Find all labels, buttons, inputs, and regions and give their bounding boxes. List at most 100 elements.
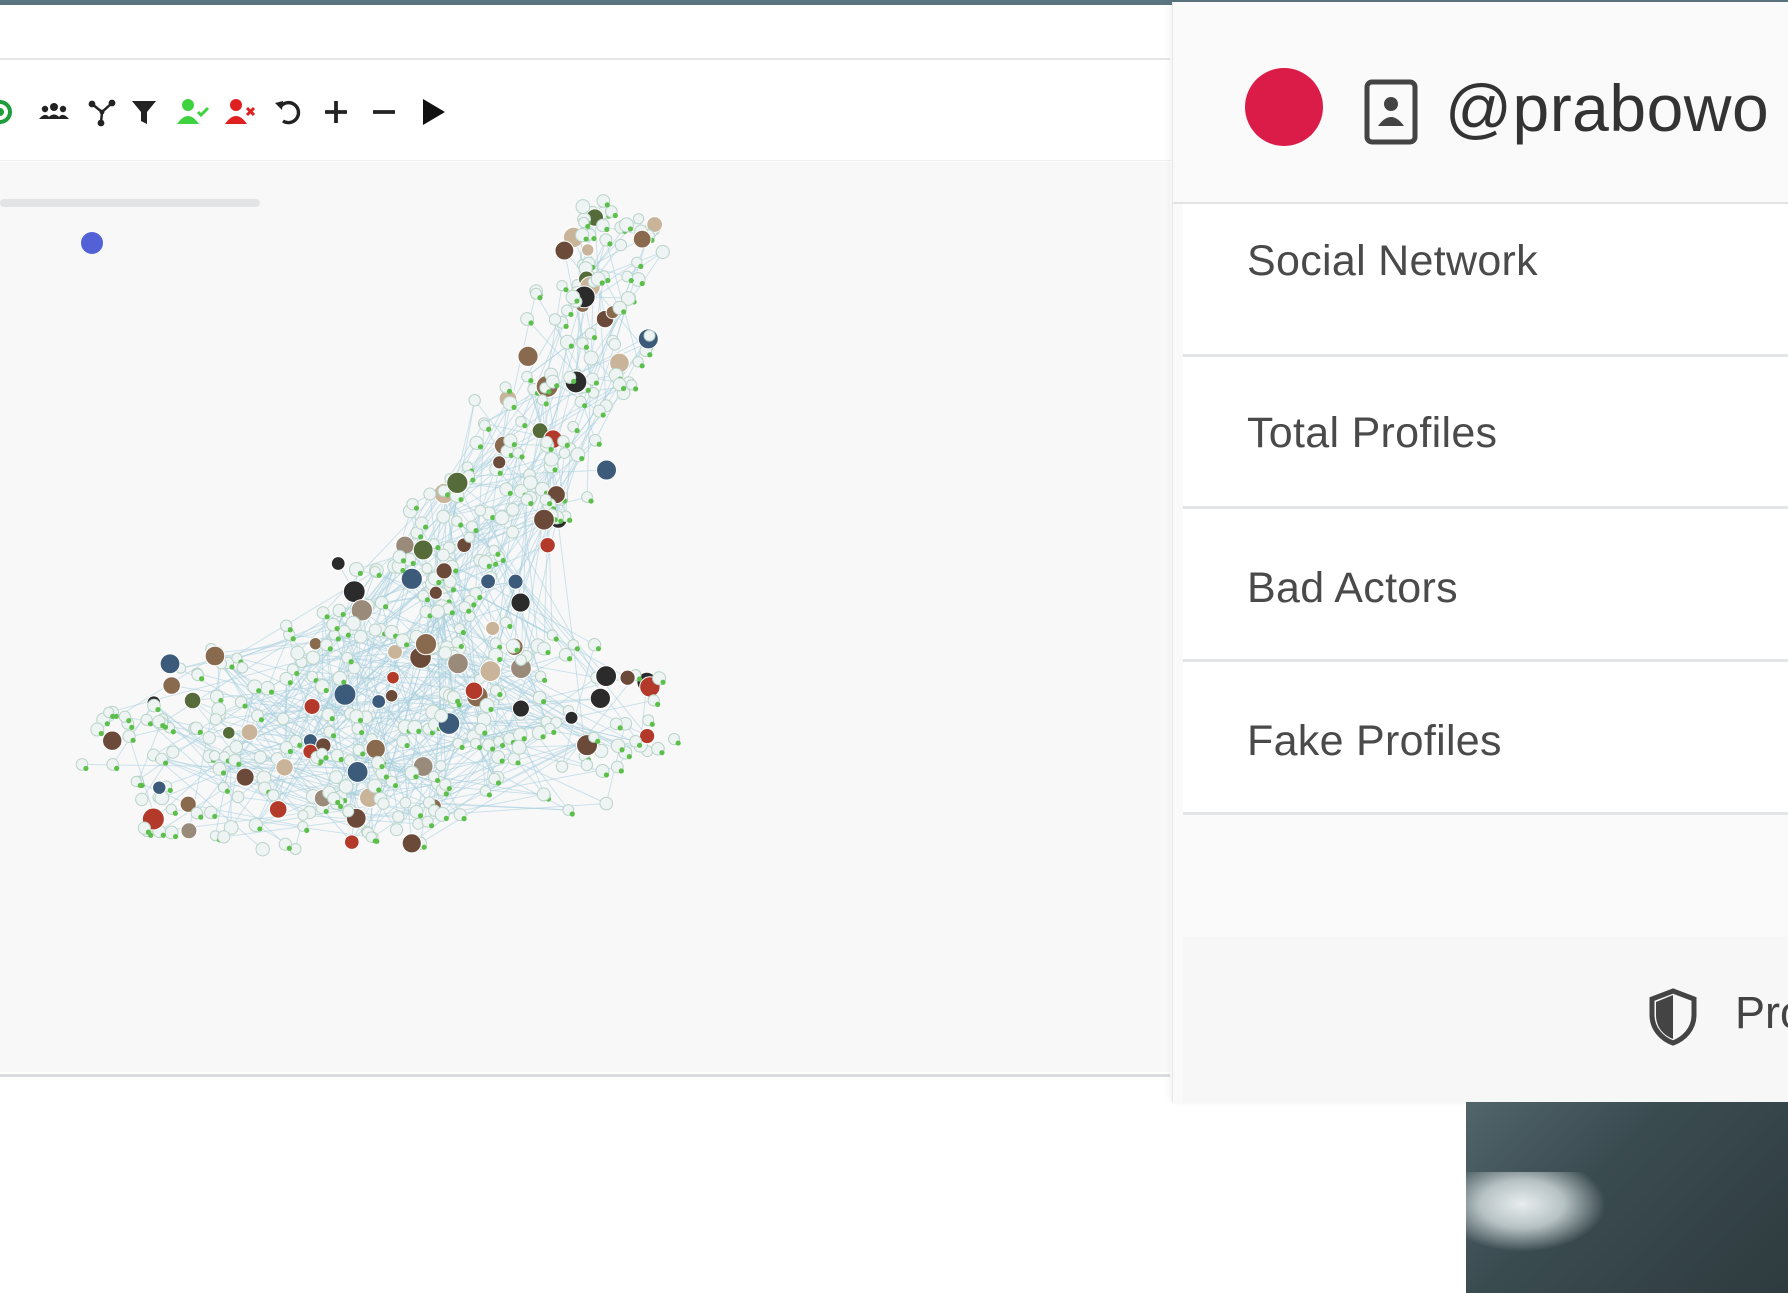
graph-node <box>511 699 530 718</box>
network-icon <box>88 99 116 127</box>
graph-node-marker <box>341 679 347 685</box>
graph-node <box>135 792 149 807</box>
graph-node-marker <box>568 343 574 349</box>
graph-node-marker <box>574 298 580 304</box>
network-button[interactable] <box>80 90 124 134</box>
stat-label: Bad Actors <box>1247 564 1458 612</box>
graph-node-marker <box>638 263 644 269</box>
graph-node <box>446 471 469 494</box>
graph-node-marker <box>145 829 151 835</box>
graph-node <box>166 745 180 759</box>
undo-button[interactable] <box>266 90 310 134</box>
graph-node-marker <box>604 202 610 208</box>
graph-node-marker <box>582 403 588 409</box>
graph-node-marker <box>98 730 104 737</box>
filter-button[interactable] <box>122 90 166 134</box>
community-button[interactable] <box>0 90 22 134</box>
graph-node-marker <box>514 647 520 653</box>
shield-icon <box>1649 988 1697 1046</box>
graph-canvas[interactable] <box>0 162 1170 1072</box>
remove-user-button[interactable] <box>218 90 262 134</box>
graph-node <box>517 345 539 367</box>
graph-node-marker <box>583 236 589 242</box>
graph-node-marker <box>224 788 230 794</box>
graph-node <box>102 730 123 751</box>
graph-node-marker <box>486 792 493 798</box>
add-user-button[interactable] <box>170 90 214 134</box>
graph-node-marker <box>327 646 333 652</box>
graph-node-marker <box>413 505 420 511</box>
graph-nodes <box>75 194 681 857</box>
graph-node-marker <box>334 625 340 632</box>
graph-node-marker <box>599 280 605 286</box>
graph-node-marker <box>359 729 365 736</box>
graph-node <box>564 710 579 725</box>
graph-node-marker <box>436 579 442 586</box>
graph-node-marker <box>172 810 178 816</box>
graph-node-marker <box>585 387 591 393</box>
graph-node-marker <box>545 649 551 656</box>
graph-node-marker <box>461 816 467 822</box>
graph-node-marker <box>242 703 248 709</box>
graph-node-marker <box>160 723 166 729</box>
graph-node-marker <box>552 467 558 473</box>
profile-handle: @prabowo <box>1445 71 1770 145</box>
graph-node <box>436 548 450 562</box>
group-icon <box>39 103 69 119</box>
graph-node-marker <box>197 729 203 735</box>
graph-node-marker <box>335 799 341 806</box>
graph-node <box>421 562 433 574</box>
graph-node <box>162 676 181 695</box>
graph-node <box>583 350 599 366</box>
graph-node <box>575 199 591 214</box>
graph-node-marker <box>466 608 472 614</box>
graph-node-marker <box>607 241 613 247</box>
graph-node-marker <box>404 742 410 749</box>
graph-node-marker <box>596 441 602 447</box>
graph-node <box>267 789 280 802</box>
graph-node <box>384 689 399 703</box>
zoom-in-button[interactable] <box>314 90 358 134</box>
graph-node-marker <box>499 758 505 764</box>
graph-node-marker <box>360 751 366 757</box>
graph-node-marker <box>212 813 218 820</box>
graph-node-marker <box>383 774 389 780</box>
graph-node <box>306 650 321 665</box>
graph-node-marker <box>424 597 431 603</box>
status-indicator <box>1245 68 1323 146</box>
graph-node-marker <box>268 689 275 695</box>
graph-node-marker <box>287 680 293 686</box>
graph-node-marker <box>435 545 441 551</box>
graph-node-marker <box>493 561 499 567</box>
play-button[interactable] <box>410 90 454 134</box>
graph-node-marker <box>163 760 169 766</box>
graph-node-marker <box>199 676 205 682</box>
graph-node-marker <box>603 772 610 778</box>
graph-node-marker <box>486 426 492 432</box>
graph-node-marker <box>421 844 427 850</box>
graph-node-marker <box>636 742 643 748</box>
graph-node-marker <box>418 534 424 540</box>
graph-node <box>434 709 449 723</box>
graph-node <box>235 767 255 787</box>
graph-node-marker <box>443 815 449 821</box>
graph-node <box>386 670 400 685</box>
stat-row-bad-actors: Bad Actors <box>1183 509 1788 662</box>
zoom-out-button[interactable] <box>362 90 406 134</box>
graph-node <box>412 539 434 561</box>
graph-node-marker <box>345 632 352 638</box>
graph-node-marker <box>659 750 665 756</box>
graph-node-marker <box>477 744 483 751</box>
graph-node <box>423 487 437 501</box>
graph-node-marker <box>511 404 517 410</box>
remove-user-icon <box>225 99 256 124</box>
graph-node-marker <box>383 604 389 610</box>
graph-node-marker <box>357 570 363 577</box>
graph-node-marker <box>543 401 549 407</box>
graph-node <box>399 796 412 809</box>
graph-node-marker <box>553 636 559 642</box>
graph-node-marker <box>522 423 528 429</box>
graph-node-marker <box>376 572 382 578</box>
group-button[interactable] <box>32 90 76 134</box>
protection-button[interactable]: Pro <box>1735 987 1788 1039</box>
